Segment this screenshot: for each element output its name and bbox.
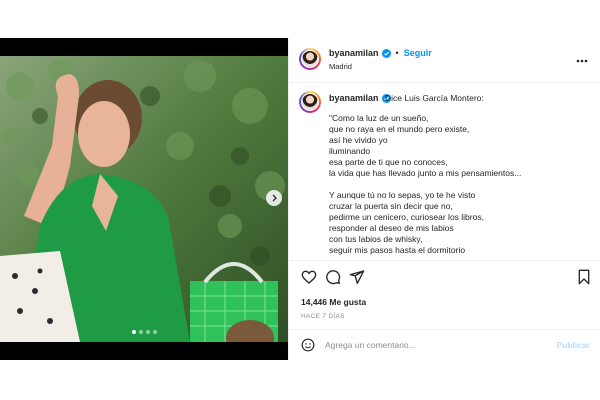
carousel-indicator [132,330,157,334]
heart-icon [301,270,317,284]
post-modal: byanamilan • Seguir Madrid byanamilan Di… [0,38,600,360]
follow-button[interactable]: Seguir [404,48,432,58]
caption-username[interactable]: byanamilan [329,93,379,103]
post-photo[interactable] [0,56,288,342]
post-actions: 14,446 Me gusta HACE 7 DÍAS Publicar [289,260,600,361]
header-separator: • [395,48,399,58]
header-user-line: byanamilan • Seguir [329,48,432,58]
comment-bar: Publicar [289,329,600,362]
carousel-dot [139,330,143,334]
post-side-panel: byanamilan • Seguir Madrid byanamilan Di… [288,38,600,360]
header-username[interactable]: byanamilan [329,48,379,58]
comment-icon [326,270,341,285]
location-link[interactable]: Madrid [329,62,352,71]
post-header: byanamilan • Seguir Madrid [289,38,600,83]
save-button[interactable] [577,269,593,285]
likes-count[interactable]: 14,446 Me gusta [301,297,366,307]
caption-user-line: byanamilan [329,93,391,103]
post-photo-illustration [0,56,288,342]
emoji-icon [301,338,315,352]
carousel-dot [146,330,150,334]
avatar[interactable] [299,91,321,113]
more-horizontal-icon [576,59,588,63]
bookmark-icon [578,269,590,285]
carousel-dot [132,330,136,334]
carousel-dot [153,330,157,334]
post-date: HACE 7 DÍAS [301,313,345,320]
caption-area[interactable]: byanamilan Dice Luis García Montero: "Co… [289,83,600,260]
publish-button[interactable]: Publicar [556,340,590,350]
verified-badge-icon [381,48,391,58]
emoji-button[interactable] [301,338,315,352]
share-icon [349,270,365,284]
share-button[interactable] [349,269,365,285]
comment-button[interactable] [325,269,341,285]
avatar[interactable] [299,48,321,70]
more-options-button[interactable] [576,54,588,64]
caption-text: "Como la luz de un sueño, que no raya en… [329,113,522,255]
chevron-right-icon [272,194,277,202]
caption-first-line: Dice Luis García Montero: [385,93,484,103]
post-media [0,38,288,360]
like-button[interactable] [301,269,317,285]
comment-input[interactable] [325,338,545,352]
carousel-next-button[interactable] [266,190,282,206]
